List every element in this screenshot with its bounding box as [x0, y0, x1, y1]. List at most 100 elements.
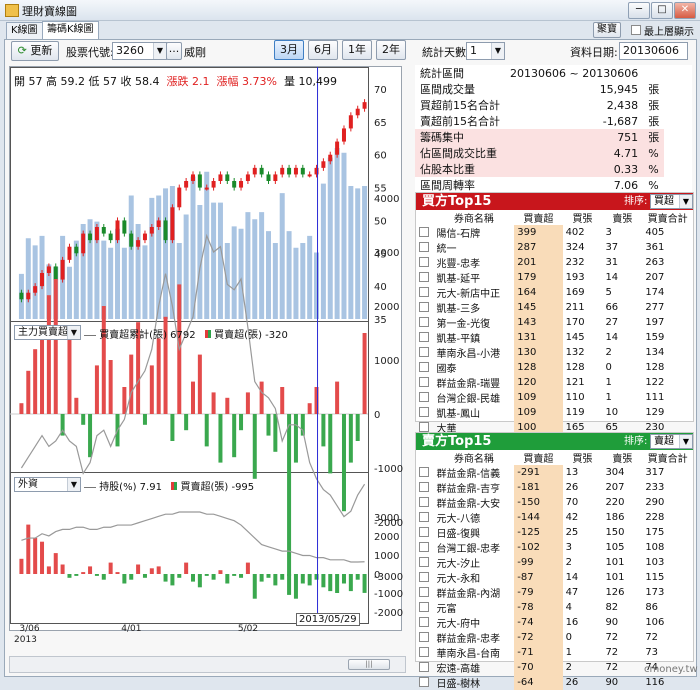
stats-button[interactable]: 聚寶: [593, 22, 621, 38]
broker-row[interactable]: 群益金鼎-忠孝 -72 0 72 72: [416, 630, 693, 645]
close-button[interactable]: ✕: [674, 2, 696, 19]
row-checkbox[interactable]: [419, 602, 429, 612]
row-checkbox-cell[interactable]: [416, 465, 434, 480]
row-checkbox-cell[interactable]: [416, 630, 434, 645]
row-checkbox-cell[interactable]: [416, 585, 434, 600]
row-checkbox[interactable]: [419, 362, 429, 372]
row-checkbox-cell[interactable]: [416, 660, 434, 675]
broker-row[interactable]: 國泰 128 128 0 128: [416, 360, 693, 375]
row-checkbox[interactable]: [419, 332, 429, 342]
broker-row[interactable]: 元大-汐止 -99 2 101 103: [416, 555, 693, 570]
row-checkbox[interactable]: [419, 572, 429, 582]
row-checkbox-cell[interactable]: [416, 570, 434, 585]
broker-row[interactable]: 統一 287 324 37 361: [416, 240, 693, 255]
row-checkbox[interactable]: [419, 257, 429, 267]
row-checkbox[interactable]: [419, 302, 429, 312]
broker-row[interactable]: 華南永昌-小港 130 132 2 134: [416, 345, 693, 360]
tab-chip-k-line[interactable]: 籌碼K線圖: [42, 21, 99, 39]
row-checkbox-cell[interactable]: [416, 495, 434, 510]
sell-sort-select[interactable]: 賣超 ▼: [650, 434, 693, 449]
row-checkbox-cell[interactable]: [416, 375, 434, 390]
days-select[interactable]: 1 ▼: [466, 42, 505, 60]
broker-row[interactable]: 群益金鼎-吉亨 -181 26 207 233: [416, 480, 693, 495]
stock-code-select[interactable]: 3260 ▼: [112, 42, 167, 60]
row-checkbox[interactable]: [419, 512, 429, 522]
broker-row[interactable]: 凱基-平鎮 131 145 14 159: [416, 330, 693, 345]
broker-row[interactable]: 元大-府中 -74 16 90 106: [416, 615, 693, 630]
broker-row[interactable]: 日盛-復興 -125 25 150 175: [416, 525, 693, 540]
broker-row[interactable]: 台灣工銀-忠孝 -102 3 105 108: [416, 540, 693, 555]
row-checkbox-cell[interactable]: [416, 225, 434, 240]
update-button[interactable]: ⟳ 更新: [11, 41, 59, 61]
period-3m-button[interactable]: 3月: [274, 40, 304, 60]
scroll-thumb[interactable]: |||: [348, 659, 390, 670]
broker-row[interactable]: 群益金鼎-信義 -291 13 304 317: [416, 465, 693, 480]
row-checkbox[interactable]: [419, 422, 429, 432]
row-checkbox-cell[interactable]: [416, 675, 434, 690]
row-checkbox[interactable]: [419, 557, 429, 567]
tab-k-line[interactable]: K線圖: [6, 22, 43, 39]
broker-row[interactable]: 凱基-三多 145 211 66 277: [416, 300, 693, 315]
row-checkbox[interactable]: [419, 542, 429, 552]
broker-row[interactable]: 第一金-光復 143 170 27 197: [416, 315, 693, 330]
row-checkbox[interactable]: [419, 677, 429, 687]
row-checkbox-cell[interactable]: [416, 510, 434, 525]
broker-row[interactable]: 元富 -78 4 82 86: [416, 600, 693, 615]
broker-row[interactable]: 陽信-石牌 399 402 3 405: [416, 225, 693, 240]
more-button[interactable]: ...: [166, 42, 182, 60]
row-checkbox[interactable]: [419, 497, 429, 507]
row-checkbox-cell[interactable]: [416, 615, 434, 630]
row-checkbox-cell[interactable]: [416, 345, 434, 360]
row-checkbox-cell[interactable]: [416, 525, 434, 540]
row-checkbox[interactable]: [419, 662, 429, 672]
broker-row[interactable]: 群益金鼎-內湖 -79 47 126 173: [416, 585, 693, 600]
broker-row[interactable]: 台灣企銀-民雄 109 110 1 111: [416, 390, 693, 405]
broker-row[interactable]: 元大-永和 -87 14 101 115: [416, 570, 693, 585]
row-checkbox[interactable]: [419, 287, 429, 297]
row-checkbox-cell[interactable]: [416, 270, 434, 285]
row-checkbox-cell[interactable]: [416, 300, 434, 315]
row-checkbox[interactable]: [419, 392, 429, 402]
row-checkbox[interactable]: [419, 527, 429, 537]
broker-row[interactable]: 元大-新店中正 164 169 5 174: [416, 285, 693, 300]
row-checkbox[interactable]: [419, 407, 429, 417]
topmost-checkbox[interactable]: [631, 25, 641, 35]
chart-scrollbar[interactable]: |||: [9, 656, 406, 673]
row-checkbox-cell[interactable]: [416, 390, 434, 405]
buy-sort-select[interactable]: 買超 ▼: [650, 194, 693, 209]
row-checkbox[interactable]: [419, 377, 429, 387]
row-checkbox[interactable]: [419, 632, 429, 642]
broker-row[interactable]: 日盛-樹林 -64 26 90 116: [416, 675, 693, 690]
row-checkbox-cell[interactable]: [416, 330, 434, 345]
period-2y-button[interactable]: 2年: [376, 40, 406, 60]
broker-row[interactable]: 群益金鼎-瑞豐 120 121 1 122: [416, 375, 693, 390]
broker-row[interactable]: 兆豐-忠孝 201 232 31 263: [416, 255, 693, 270]
row-checkbox[interactable]: [419, 242, 429, 252]
date-input[interactable]: 20130606: [619, 42, 688, 60]
row-checkbox-cell[interactable]: [416, 315, 434, 330]
row-checkbox[interactable]: [419, 587, 429, 597]
row-checkbox[interactable]: [419, 227, 429, 237]
broker-row[interactable]: 凱基-延平 179 193 14 207: [416, 270, 693, 285]
row-checkbox[interactable]: [419, 647, 429, 657]
indicator-select[interactable]: 主力買賣超 ▼: [14, 325, 81, 340]
row-checkbox-cell[interactable]: [416, 540, 434, 555]
period-6m-button[interactable]: 6月: [308, 40, 338, 60]
broker-row[interactable]: 群益金鼎-大安 -150 70 220 290: [416, 495, 693, 510]
row-checkbox-cell[interactable]: [416, 645, 434, 660]
row-checkbox-cell[interactable]: [416, 405, 434, 420]
row-checkbox-cell[interactable]: [416, 285, 434, 300]
broker-row[interactable]: 元大-八德 -144 42 186 228: [416, 510, 693, 525]
broker-row[interactable]: 凱基-鳳山 109 119 10 129: [416, 405, 693, 420]
row-checkbox[interactable]: [419, 617, 429, 627]
period-1y-button[interactable]: 1年: [342, 40, 372, 60]
row-checkbox[interactable]: [419, 317, 429, 327]
row-checkbox-cell[interactable]: [416, 255, 434, 270]
row-checkbox-cell[interactable]: [416, 360, 434, 375]
row-checkbox-cell[interactable]: [416, 240, 434, 255]
maximize-button[interactable]: □: [651, 2, 673, 19]
row-checkbox[interactable]: [419, 347, 429, 357]
row-checkbox-cell[interactable]: [416, 600, 434, 615]
row-checkbox-cell[interactable]: [416, 555, 434, 570]
row-checkbox[interactable]: [419, 482, 429, 492]
